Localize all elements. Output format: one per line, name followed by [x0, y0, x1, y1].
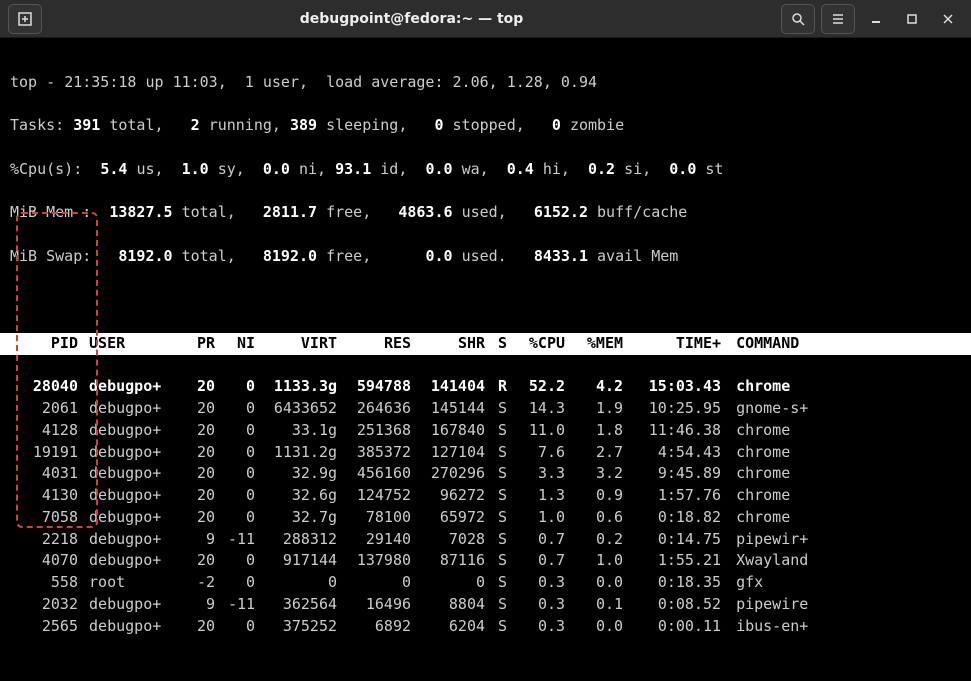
- titlebar: debugpoint@fedora:~ — top: [0, 0, 971, 38]
- menu-button[interactable]: [821, 4, 855, 34]
- process-list: 28040 debugpo+2001133.3g594788141404R52.…: [10, 376, 961, 637]
- new-tab-button[interactable]: [8, 4, 42, 34]
- summary-cpu: %Cpu(s): 5.4 us, 1.0 sy, 0.0 ni, 93.1 id…: [10, 159, 961, 181]
- table-row[interactable]: 4128 debugpo+20033.1g251368167840S11.01.…: [10, 420, 961, 442]
- close-button[interactable]: [933, 4, 963, 34]
- table-row[interactable]: 19191 debugpo+2001131.2g385372127104S7.6…: [10, 442, 961, 464]
- maximize-button[interactable]: [897, 4, 927, 34]
- table-row[interactable]: 2032 debugpo+9-11362564164968804S0.30.10…: [10, 594, 961, 616]
- table-row[interactable]: 2061 debugpo+2006433652264636145144S14.3…: [10, 398, 961, 420]
- table-row[interactable]: 28040 debugpo+2001133.3g594788141404R52.…: [10, 376, 961, 398]
- summary-tasks: Tasks: 391 total, 2 running, 389 sleepin…: [10, 115, 961, 137]
- process-header-row: PID USERPRNIVIRTRESSHRS%CPU%MEMTIME+ COM…: [0, 333, 971, 355]
- hamburger-icon: [831, 12, 845, 26]
- minimize-button[interactable]: [861, 4, 891, 34]
- summary-mem: MiB Mem : 13827.5 total, 2811.7 free, 48…: [10, 202, 961, 224]
- table-row[interactable]: 4031 debugpo+20032.9g456160270296S3.33.2…: [10, 463, 961, 485]
- table-row[interactable]: 7058 debugpo+20032.7g7810065972S1.00.60:…: [10, 507, 961, 529]
- summary-line-1: top - 21:35:18 up 11:03, 1 user, load av…: [10, 72, 961, 94]
- terminal-output[interactable]: top - 21:35:18 up 11:03, 1 user, load av…: [0, 38, 971, 681]
- search-icon: [791, 12, 805, 26]
- search-button[interactable]: [781, 4, 815, 34]
- table-row[interactable]: 2565 debugpo+20037525268926204S0.30.00:0…: [10, 616, 961, 638]
- table-row[interactable]: 558 root-20000S0.30.00:18.35 gfx: [10, 572, 961, 594]
- minimize-icon: [870, 13, 882, 25]
- table-row[interactable]: 4070 debugpo+20091714413798087116S0.71.0…: [10, 550, 961, 572]
- window-title: debugpoint@fedora:~ — top: [48, 11, 775, 27]
- summary-swap: MiB Swap: 8192.0 total, 8192.0 free, 0.0…: [10, 246, 961, 268]
- maximize-icon: [906, 13, 918, 25]
- close-icon: [942, 13, 954, 25]
- table-row[interactable]: 2218 debugpo+9-11288312291407028S0.70.20…: [10, 529, 961, 551]
- table-row[interactable]: 4130 debugpo+20032.6g12475296272S1.30.91…: [10, 485, 961, 507]
